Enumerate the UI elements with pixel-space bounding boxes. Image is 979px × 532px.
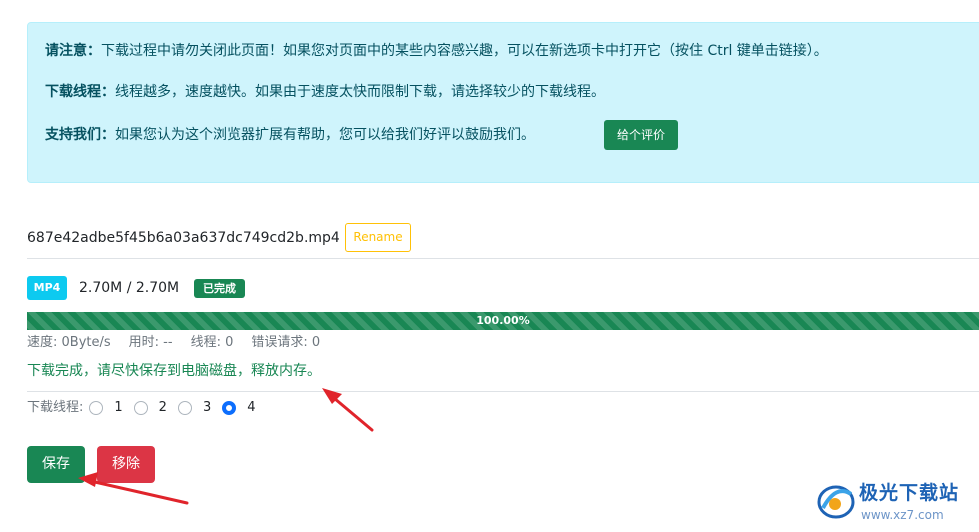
thread-option-1[interactable]: 1 xyxy=(89,398,123,418)
download-stats: 速度: 0Byte/s 用时: -- 线程: 0 错误请求: 0 xyxy=(27,334,338,352)
radio-button[interactable] xyxy=(177,401,192,415)
thread-option-2[interactable]: 2 xyxy=(133,398,167,418)
notice-support: 支持我们：如果您认为这个浏览器扩展有帮助，您可以给我们好评以鼓励我们。 xyxy=(45,126,535,144)
arrow-to-done-message xyxy=(322,388,374,432)
remove-button[interactable]: 移除 xyxy=(97,446,155,483)
divider xyxy=(27,391,979,392)
stat-speed: 速度: 0Byte/s xyxy=(27,335,111,350)
notice-threads: 下载线程：线程越多，速度越快。如果由于速度太快而限制下载，请选择较少的下载线程。 xyxy=(45,83,605,101)
thread-option-label: 2 xyxy=(158,400,167,415)
notice-support-text: 如果您认为这个浏览器扩展有帮助，您可以给我们好评以鼓励我们。 xyxy=(115,127,535,143)
watermark-title: 极光下载站 xyxy=(859,482,960,504)
format-badge: MP4 xyxy=(27,276,67,300)
file-size: 2.70M / 2.70M xyxy=(79,280,180,296)
info-alert: 请注意：下载过程中请勿关闭此页面！如果您对页面中的某些内容感兴趣，可以在新选项卡… xyxy=(27,22,979,183)
divider xyxy=(27,258,979,259)
thread-option-label: 4 xyxy=(247,400,256,415)
stat-errors: 错误请求: 0 xyxy=(251,335,321,350)
radio-button[interactable] xyxy=(89,401,104,415)
radio-button-checked[interactable] xyxy=(222,401,237,415)
thread-option-label: 1 xyxy=(114,400,123,415)
thread-option-4[interactable]: 4 xyxy=(222,398,256,418)
stat-threads: 线程: 0 xyxy=(190,335,234,350)
notice-threads-label: 下载线程： xyxy=(45,84,115,100)
watermark: 极光下载站 www.xz7.com xyxy=(815,478,977,528)
download-page: 请注意：下载过程中请勿关闭此页面！如果您对页面中的某些内容感兴趣，可以在新选项卡… xyxy=(0,0,979,532)
done-message: 下载完成，请尽快保存到电脑磁盘，释放内存。 xyxy=(27,363,321,379)
notice-attention: 请注意：下载过程中请勿关闭此页面！如果您对页面中的某些内容感兴趣，可以在新选项卡… xyxy=(45,42,828,60)
watermark-url: www.xz7.com xyxy=(861,508,944,522)
thread-option-3[interactable]: 3 xyxy=(177,398,212,418)
thread-option-label: 3 xyxy=(202,400,212,415)
notice-attention-label: 请注意： xyxy=(45,43,101,59)
rename-button[interactable]: Rename xyxy=(345,223,411,252)
rate-button[interactable]: 给个评价 xyxy=(604,120,678,150)
thread-selector-label: 下载线程: xyxy=(27,400,84,415)
watermark-logo-icon xyxy=(817,485,855,519)
notice-attention-text: 下载过程中请勿关闭此页面！如果您对页面中的某些内容感兴趣，可以在新选项卡中打开它… xyxy=(101,43,828,59)
thread-selector: 下载线程: 1 2 3 4 xyxy=(27,398,267,418)
progress-fill: 100.00% xyxy=(27,312,979,330)
notice-support-label: 支持我们： xyxy=(45,127,115,143)
notice-threads-text: 线程越多，速度越快。如果由于速度太快而限制下载，请选择较少的下载线程。 xyxy=(115,84,605,100)
stat-elapsed: 用时: -- xyxy=(128,335,173,350)
save-button[interactable]: 保存 xyxy=(27,446,85,483)
progress-bar: 100.00% xyxy=(27,312,979,330)
file-name: 687e42adbe5f45b6a03a637dc749cd2b.mp4 xyxy=(27,230,340,246)
radio-button[interactable] xyxy=(133,401,148,415)
status-badge: 已完成 xyxy=(194,279,245,298)
